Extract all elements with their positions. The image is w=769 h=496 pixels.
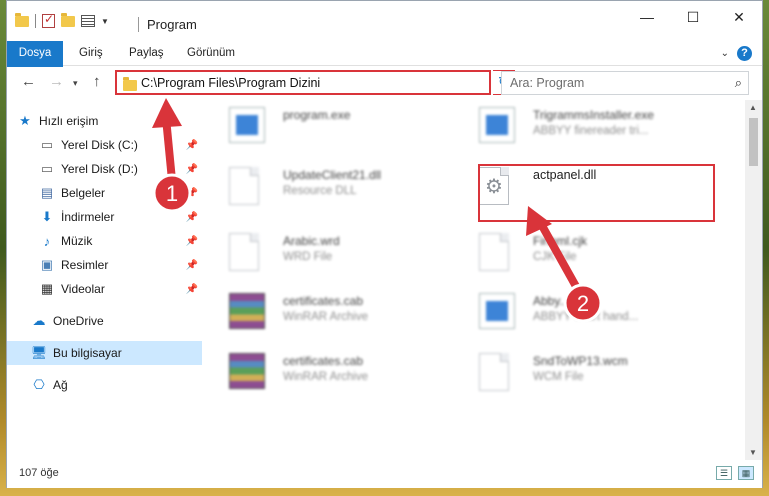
annotation-overlay: 1 2 <box>152 98 603 323</box>
step1-label: 1 <box>166 181 178 206</box>
step2-label: 2 <box>577 291 589 316</box>
step2-arrow <box>526 206 582 292</box>
step1-arrow <box>152 98 182 181</box>
